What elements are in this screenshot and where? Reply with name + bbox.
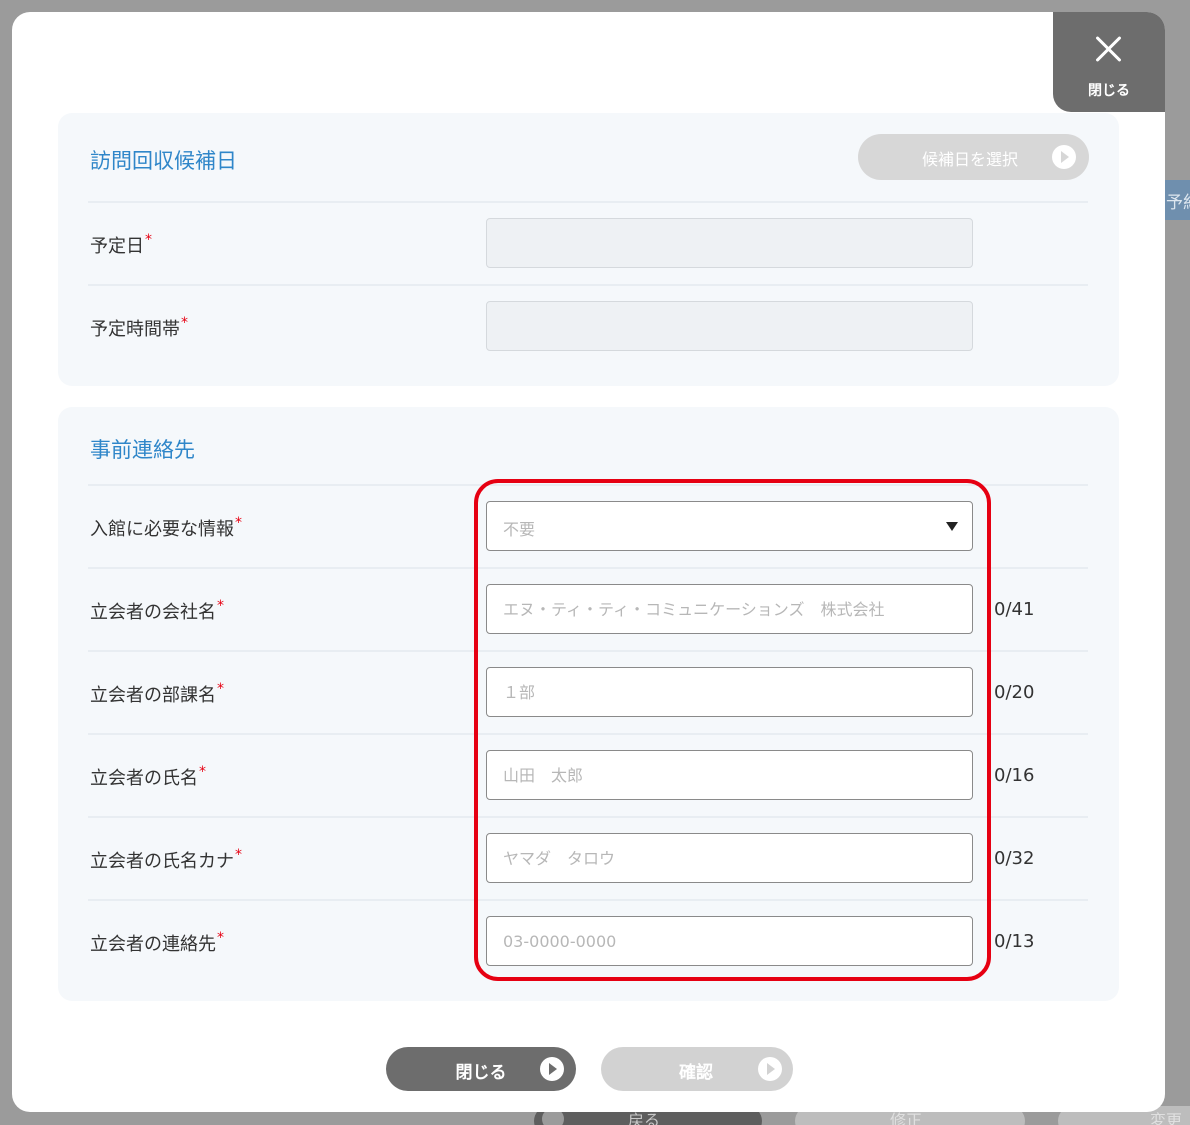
pick-date-label: 候補日を選択: [922, 150, 1019, 169]
department-counter: 0/20: [994, 682, 1035, 703]
entry-info-selected-value: 不要: [503, 520, 536, 539]
background-tab: 予約: [1164, 180, 1190, 220]
divider: [88, 484, 1088, 486]
scheduled-date-field[interactable]: [486, 218, 973, 268]
scheduled-time-field[interactable]: [486, 301, 973, 351]
divider: [88, 733, 1088, 735]
close-icon: [1094, 34, 1124, 64]
play-icon: [1052, 145, 1076, 169]
attendee-name-input[interactable]: [486, 750, 973, 800]
visit-section-title: 訪問回収候補日: [90, 149, 237, 173]
attendee-kana-label: 立会者の氏名カナ*: [90, 847, 242, 872]
divider: [88, 201, 1088, 203]
contact-phone-counter: 0/13: [994, 931, 1035, 952]
close-tab-button[interactable]: 閉じる: [1053, 12, 1165, 112]
entry-info-label: 入館に必要な情報*: [90, 515, 242, 540]
divider: [88, 567, 1088, 569]
company-name-input[interactable]: [486, 584, 973, 634]
attendee-kana-counter: 0/32: [994, 848, 1035, 869]
play-icon: [758, 1057, 782, 1081]
divider: [88, 899, 1088, 901]
company-name-label: 立会者の会社名*: [90, 598, 224, 623]
chevron-down-icon: [946, 522, 958, 531]
attendee-name-label: 立会者の氏名*: [90, 764, 206, 789]
divider: [88, 816, 1088, 818]
attendee-name-counter: 0/16: [994, 765, 1035, 786]
department-label: 立会者の部課名*: [90, 681, 224, 706]
scheduled-time-label: 予定時間帯*: [90, 315, 188, 340]
play-icon: [540, 1057, 564, 1081]
scheduled-date-label: 予定日*: [90, 232, 152, 257]
divider: [88, 650, 1088, 652]
divider: [88, 284, 1088, 286]
entry-info-select[interactable]: 不要: [486, 501, 973, 551]
contact-phone-label: 立会者の連絡先*: [90, 930, 224, 955]
close-tab-label: 閉じる: [1088, 83, 1130, 99]
company-name-counter: 0/41: [994, 599, 1035, 620]
department-input[interactable]: [486, 667, 973, 717]
attendee-kana-input[interactable]: [486, 833, 973, 883]
contact-phone-input[interactable]: [486, 916, 973, 966]
contact-section-title: 事前連絡先: [90, 438, 195, 462]
